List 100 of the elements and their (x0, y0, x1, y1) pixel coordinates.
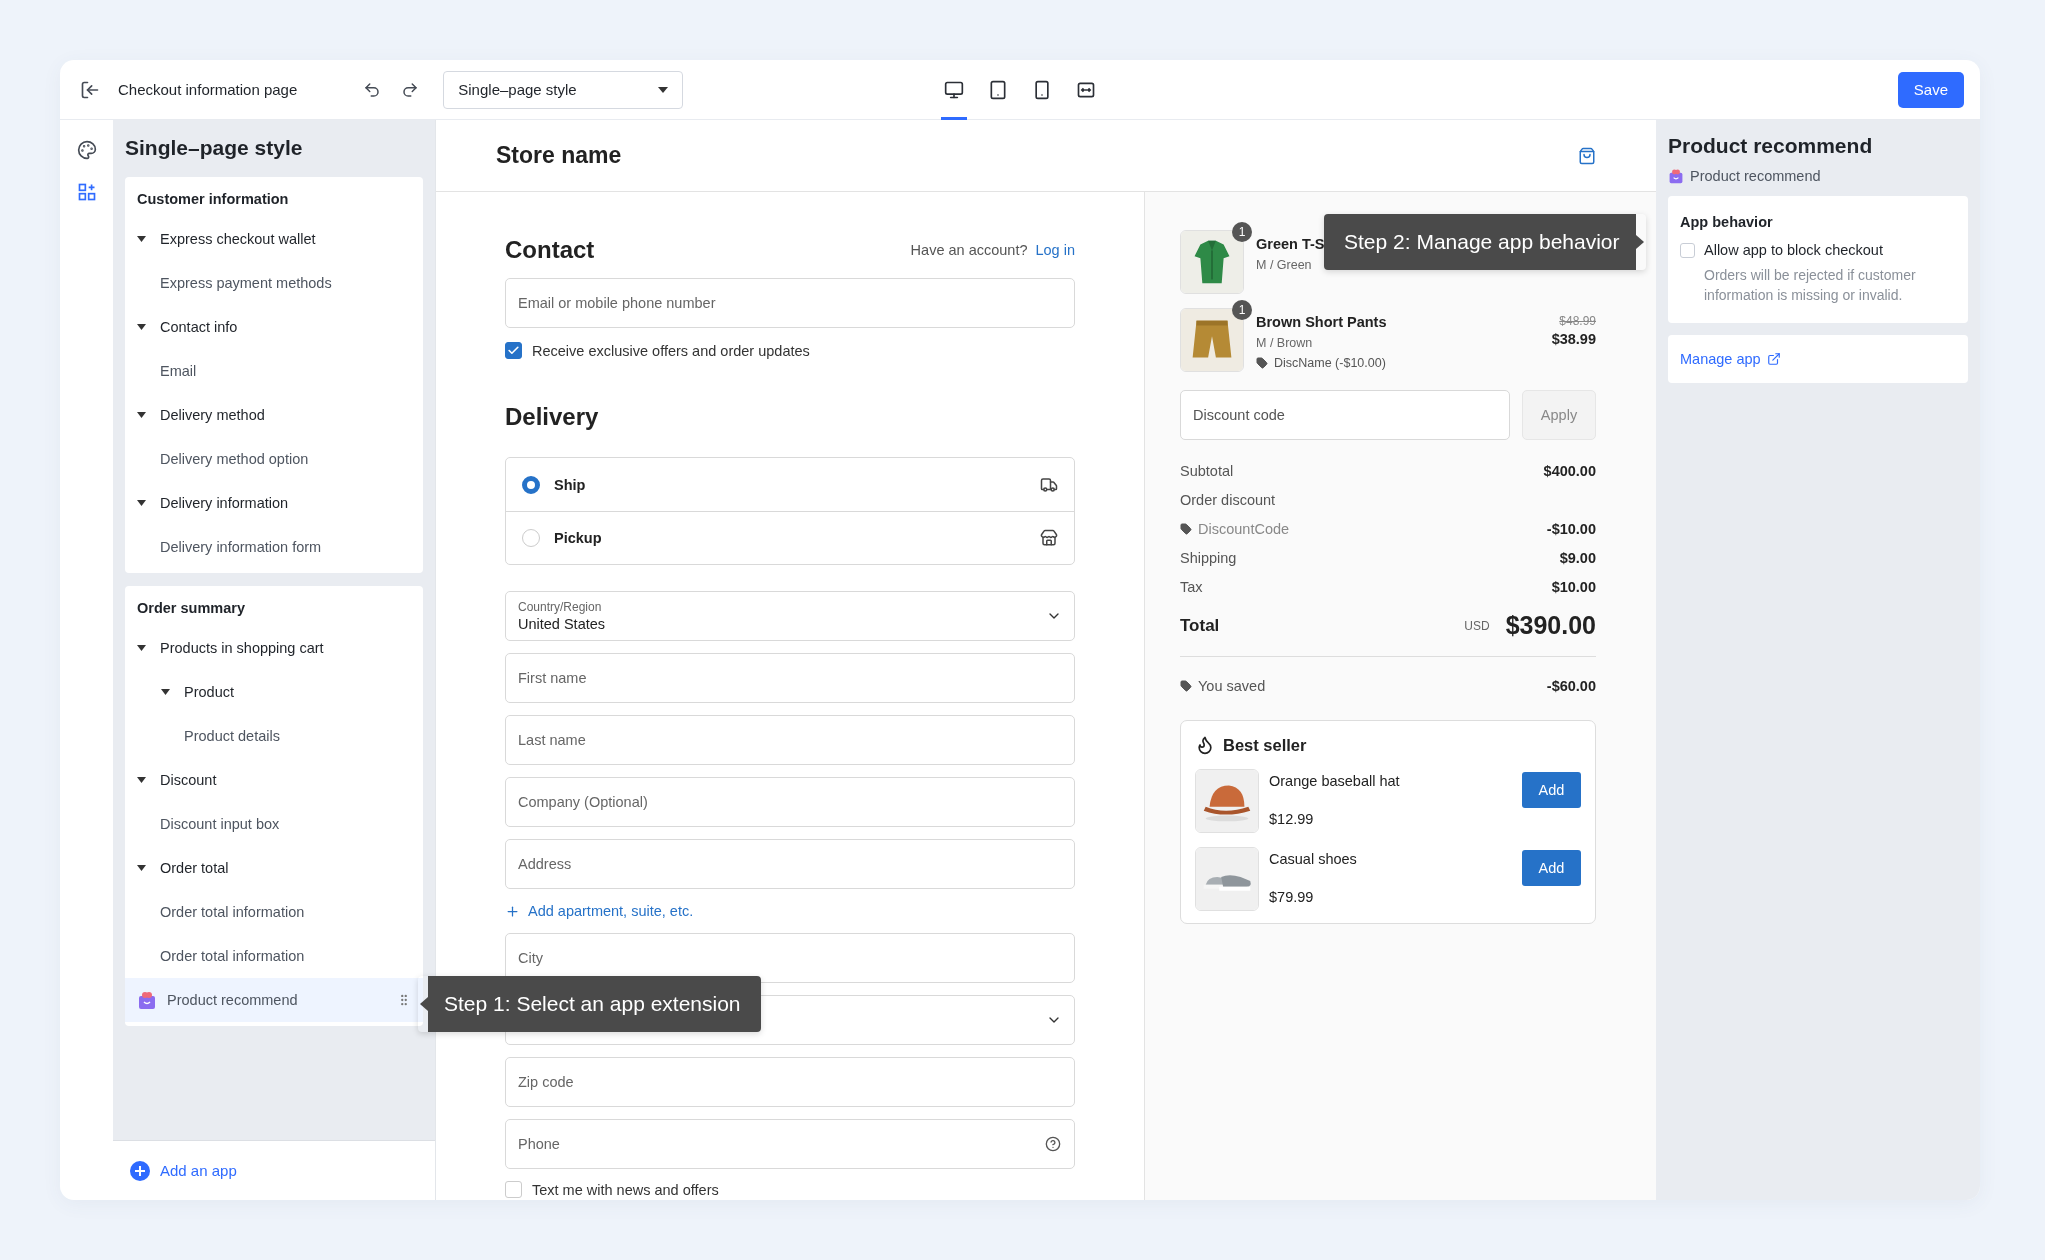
caret-icon[interactable] (137, 500, 146, 506)
plus-circle-icon (130, 1160, 150, 1181)
discount-field[interactable]: Discount code (1180, 390, 1510, 440)
tree-item[interactable]: Product details (125, 714, 423, 758)
product-name: Green T-S (1256, 236, 1325, 252)
manage-app-link[interactable]: Manage app (1680, 351, 1956, 368)
input-field[interactable]: Zip code (505, 1057, 1075, 1107)
tag-icon (1180, 679, 1192, 692)
tree-item[interactable]: Delivery information form (125, 525, 423, 569)
product-price: $38.99 (1551, 331, 1596, 347)
saved-value: -$60.00 (1546, 677, 1596, 694)
tree-item[interactable]: Discount (125, 758, 423, 802)
input-field[interactable]: Last name (505, 715, 1075, 765)
best-seller-title: Best seller (1223, 735, 1307, 755)
delivery-option[interactable]: Pickup (506, 511, 1074, 564)
product-price: $79.99 (1269, 889, 1315, 905)
check-icon (507, 344, 520, 357)
login-link[interactable]: Log in (1035, 242, 1075, 258)
summary-label: DiscountCode (1198, 520, 1290, 537)
shopping-bag-icon[interactable] (1578, 146, 1596, 165)
caret-icon[interactable] (137, 865, 146, 871)
option-description: Orders will be rejected if customer information is missing or invalid. (1703, 266, 1917, 305)
store-name: Store name (496, 142, 622, 169)
help-icon[interactable] (1045, 1136, 1061, 1152)
add-button[interactable]: Add (1522, 772, 1581, 808)
app-extension-item[interactable]: Product recommend (125, 978, 423, 1022)
add-app-button[interactable]: Add an app (124, 1159, 243, 1182)
tree-item[interactable]: Order total information (125, 934, 423, 978)
input-field[interactable]: Phone (505, 1119, 1075, 1169)
summary-value: -$10.00 (1546, 520, 1596, 537)
input-field[interactable]: Address (505, 839, 1075, 889)
currency-label: USD (1464, 618, 1490, 633)
caret-icon[interactable] (137, 645, 146, 651)
tree-item[interactable]: Products in shopping cart (125, 626, 423, 670)
sms-checkbox[interactable]: Text me with news and offers (505, 1181, 1075, 1198)
tree-item[interactable]: Email (125, 349, 423, 393)
radio-button[interactable] (522, 475, 540, 494)
original-price: $48.99 (1559, 314, 1596, 328)
add-button[interactable]: Add (1522, 850, 1581, 886)
caret-icon (658, 86, 669, 93)
summary-label: Tax (1180, 578, 1203, 595)
tree-item[interactable]: Discount input box (125, 802, 423, 846)
block-checkout-checkbox[interactable]: Allow app to block checkout (1680, 242, 1956, 258)
summary-value: $10.00 (1551, 578, 1596, 595)
quantity-badge: 1 (1232, 222, 1252, 242)
summary-label: Order discount (1180, 491, 1276, 508)
caret-icon[interactable] (137, 777, 146, 783)
product-variant: M / Green (1256, 258, 1313, 272)
product-name: Brown Short Pants (1256, 314, 1387, 330)
summary-value: $9.00 (1559, 549, 1596, 566)
tree-item[interactable]: Contact info (125, 305, 423, 349)
card-heading: App behavior (1680, 214, 1774, 230)
save-button[interactable]: Save (1897, 71, 1964, 108)
section-heading: Contact (505, 236, 595, 264)
input-field[interactable]: City (505, 933, 1075, 983)
tree-item[interactable]: Delivery method (125, 393, 423, 437)
style-select[interactable]: Single–page style (443, 70, 684, 109)
step-tooltip: Step 1: Select an app extension (418, 976, 761, 1032)
checkbox[interactable] (505, 342, 522, 359)
tree-item[interactable]: Express payment methods (125, 261, 423, 305)
section-title: Order summary (136, 599, 246, 618)
quantity-badge: 1 (1232, 300, 1252, 320)
select-field[interactable]: Country/Region United States (505, 591, 1075, 641)
product-name: Orange baseball hat (1269, 773, 1401, 789)
tree-item[interactable]: Product (125, 670, 423, 714)
app-name: Product recommend (1690, 168, 1821, 184)
caret-icon[interactable] (137, 236, 146, 242)
product-name: Casual shoes (1269, 851, 1358, 867)
input-field[interactable]: Company (Optional) (505, 777, 1075, 827)
offers-checkbox[interactable]: Receive exclusive offers and order updates (505, 342, 1075, 359)
tree-item[interactable]: Express checkout wallet (125, 217, 423, 261)
account-prompt: Have an account? (910, 242, 1028, 258)
flame-icon (1195, 735, 1215, 755)
app-icon (137, 990, 157, 1010)
total-label: Total (1180, 615, 1220, 636)
add-address-link[interactable]: Add apartment, suite, etc. (505, 901, 1075, 921)
input-field[interactable]: First name (505, 653, 1075, 703)
section-title: Customer information (136, 190, 290, 209)
tree-item[interactable]: Delivery method option (125, 437, 423, 481)
delivery-option[interactable]: Ship (506, 458, 1074, 511)
tree-item[interactable]: Order total information (125, 890, 423, 934)
email-field[interactable]: Email or mobile phone number (505, 278, 1075, 328)
page-title: Checkout information page (118, 81, 298, 98)
store-icon (1040, 529, 1058, 547)
summary-value: $400.00 (1543, 462, 1596, 479)
tree-item[interactable]: Order total (125, 846, 423, 890)
discount-label: DiscName (-$10.00) (1274, 356, 1386, 370)
saved-label: You saved (1198, 677, 1266, 694)
panel-title: Product recommend (1668, 134, 1874, 158)
external-link-icon (1766, 352, 1781, 367)
tag-icon (1256, 357, 1268, 369)
caret-icon[interactable] (161, 689, 170, 695)
app-icon (1668, 168, 1684, 184)
caret-icon[interactable] (137, 412, 146, 418)
sidebar-title: Single–page style (125, 136, 304, 160)
caret-icon[interactable] (137, 324, 146, 330)
summary-label: Shipping (1180, 549, 1237, 566)
tree-item[interactable]: Delivery information (125, 481, 423, 525)
product-price: $12.99 (1269, 811, 1315, 827)
tag-icon (1180, 522, 1192, 535)
